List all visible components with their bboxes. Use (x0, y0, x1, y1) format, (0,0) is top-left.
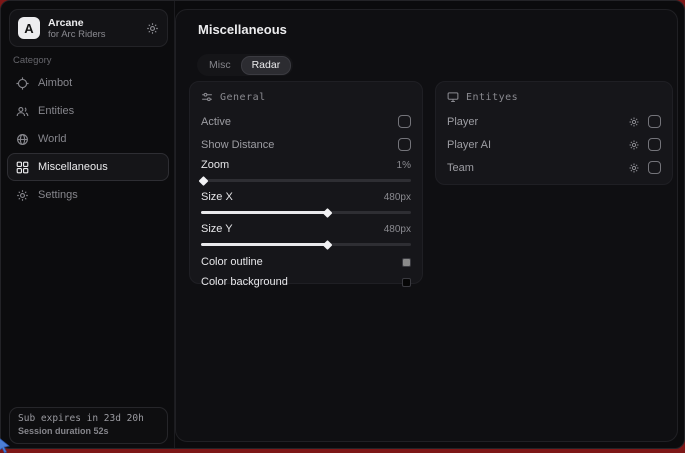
gear-icon[interactable] (628, 139, 640, 151)
color-outline-swatch[interactable] (402, 258, 411, 267)
size-y-slider-row: Size Y 480px (201, 220, 411, 238)
slider-label: Zoom (201, 159, 229, 171)
category-label: Category (13, 55, 52, 66)
size-x-slider-row: Size X 480px (201, 188, 411, 206)
slider-value: 1% (397, 160, 411, 171)
slider-value: 480px (384, 224, 411, 235)
color-outline-row: Color outline (201, 252, 411, 272)
brand-card: A Arcane for Arc Riders (9, 9, 168, 47)
zoom-slider-row: Zoom 1% (201, 156, 411, 174)
zoom-slider-track[interactable] (201, 179, 411, 182)
player-checkbox[interactable] (648, 115, 661, 128)
sidebar-nav: Aimbot Entities World (1, 69, 175, 209)
sidebar-item-aimbot[interactable]: Aimbot (7, 69, 169, 97)
color-label: Color background (201, 276, 288, 288)
users-icon (16, 105, 29, 118)
team-checkbox[interactable] (648, 161, 661, 174)
slider-label: Size X (201, 191, 233, 203)
sidebar-item-label: Miscellaneous (38, 161, 108, 173)
entity-label: Player AI (447, 139, 491, 151)
general-card: General Active Show Distance Zoom 1% Siz (189, 81, 423, 284)
mouse-cursor-icon (0, 437, 11, 453)
gear-icon (16, 189, 29, 202)
grid-icon (16, 161, 29, 174)
entity-row-player-ai: Player AI (447, 133, 661, 156)
color-background-row: Color background (201, 272, 411, 292)
toggle-label: Show Distance (201, 139, 274, 151)
gear-icon[interactable] (628, 162, 640, 174)
entity-row-team: Team (447, 156, 661, 179)
sidebar-item-settings[interactable]: Settings (7, 181, 169, 209)
app-name: Arcane (48, 17, 146, 29)
tab-misc[interactable]: Misc (199, 56, 241, 74)
entity-row-player: Player (447, 110, 661, 133)
entities-card: Entityes Player Player AI (435, 81, 673, 185)
size-y-slider-track[interactable] (201, 243, 411, 246)
app-subtitle: for Arc Riders (48, 29, 146, 40)
tab-bar: Misc Radar (197, 54, 293, 76)
sliders-icon (201, 91, 213, 103)
gear-icon[interactable] (628, 116, 640, 128)
size-x-slider-track[interactable] (201, 211, 411, 214)
app-logo: A (18, 17, 40, 39)
sidebar-item-miscellaneous[interactable]: Miscellaneous (7, 153, 169, 181)
page-title: Miscellaneous (198, 22, 287, 37)
sidebar-item-entities[interactable]: Entities (7, 97, 169, 125)
toggle-row-active: Active (201, 110, 411, 133)
sidebar-item-label: Settings (38, 189, 78, 201)
active-checkbox[interactable] (398, 115, 411, 128)
size-y-slider-thumb[interactable] (323, 240, 333, 250)
show-distance-checkbox[interactable] (398, 138, 411, 151)
sidebar-item-label: Aimbot (38, 77, 72, 89)
toggle-label: Active (201, 116, 231, 128)
color-label: Color outline (201, 256, 263, 268)
crosshair-icon (16, 77, 29, 90)
sidebar-item-label: World (38, 133, 67, 145)
card-title: Entityes (466, 92, 518, 103)
session-duration-text: Session duration 52s (18, 426, 159, 436)
sub-expiry-text: Sub expires in 23d 20h (18, 413, 159, 424)
globe-icon (16, 133, 29, 146)
size-x-slider-thumb[interactable] (323, 208, 333, 218)
sidebar-item-label: Entities (38, 105, 74, 117)
card-title: General (220, 92, 266, 103)
monitor-icon (447, 91, 459, 103)
entity-label: Team (447, 162, 474, 174)
app-window: A Arcane for Arc Riders Category (0, 0, 685, 449)
entity-label: Player (447, 116, 478, 128)
player-ai-checkbox[interactable] (648, 138, 661, 151)
toggle-row-show-distance: Show Distance (201, 133, 411, 156)
tab-radar[interactable]: Radar (241, 56, 292, 75)
gear-icon[interactable] (146, 22, 159, 35)
sidebar-item-world[interactable]: World (7, 125, 169, 153)
zoom-slider-thumb[interactable] (199, 176, 209, 186)
color-background-swatch[interactable] (402, 278, 411, 287)
main-panel: Miscellaneous Misc Radar General Active … (175, 9, 678, 442)
subscription-box: Sub expires in 23d 20h Session duration … (9, 407, 168, 444)
slider-label: Size Y (201, 223, 233, 235)
slider-value: 480px (384, 192, 411, 203)
sidebar: A Arcane for Arc Riders Category (1, 1, 175, 448)
